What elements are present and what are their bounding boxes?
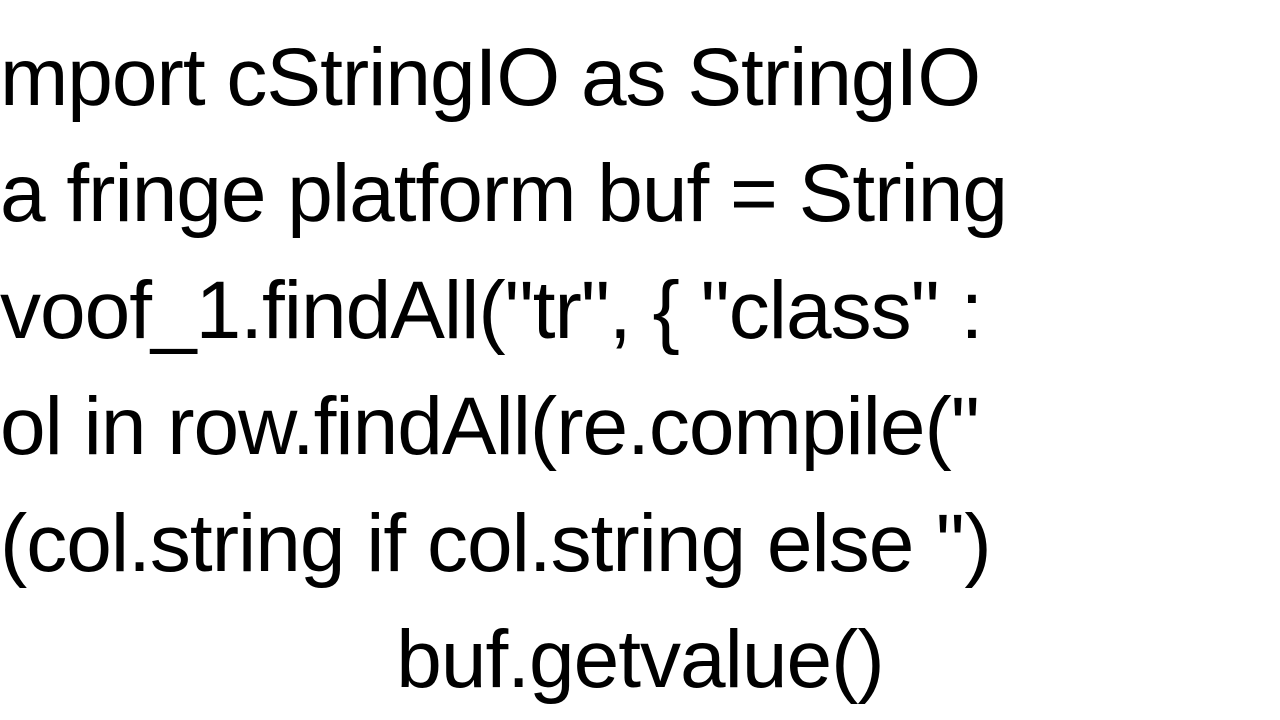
code-line-1: mport cStringIO as StringIO — [0, 20, 1280, 136]
code-line-3: voof_1.findAll("tr", { "class" : — [0, 253, 1280, 369]
code-line-6: buf.getvalue() — [0, 602, 1280, 718]
code-line-2: a fringe platform buf = String — [0, 136, 1280, 252]
code-line-5: (col.string if col.string else '') — [0, 486, 1280, 602]
code-text-block: mport cStringIO as StringIO a fringe pla… — [0, 20, 1280, 719]
code-line-4: ol in row.findAll(re.compile(" — [0, 369, 1280, 485]
